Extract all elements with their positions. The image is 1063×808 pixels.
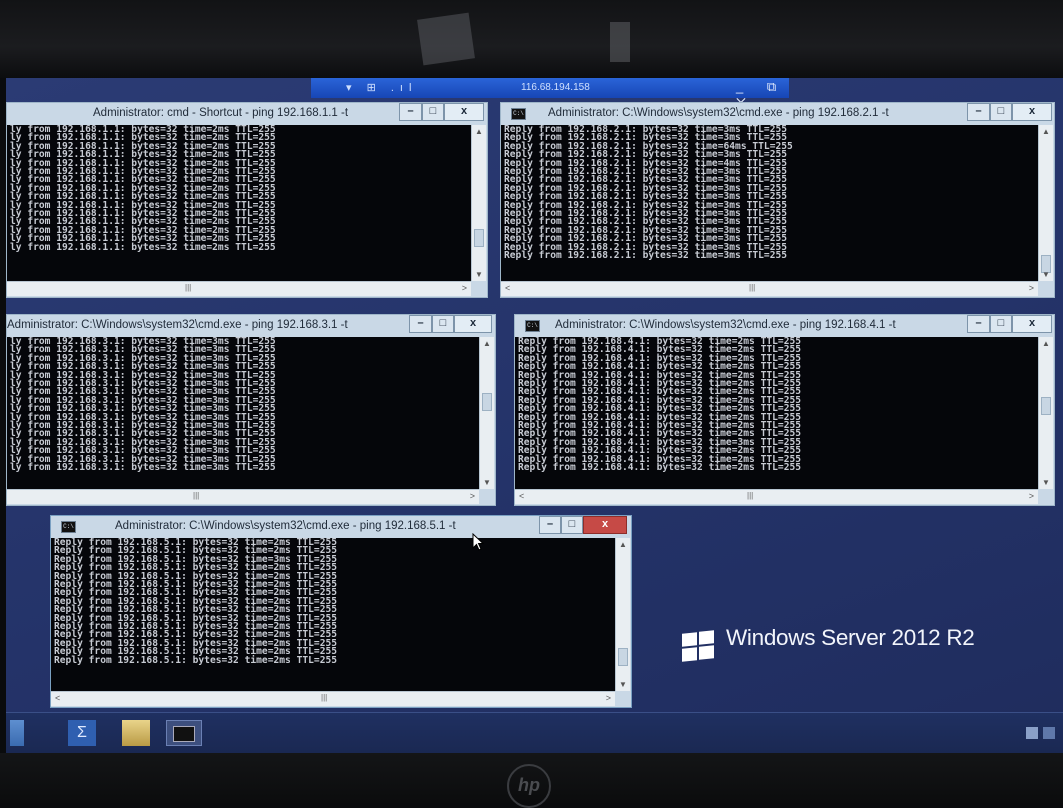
vertical-scrollbar[interactable]: ▲ ▼	[1038, 337, 1053, 489]
maximize-button[interactable]: □	[422, 103, 444, 121]
os-edition-label: Windows Server 2012 R2	[726, 625, 975, 650]
hp-logo: hp	[507, 764, 551, 808]
bezel-reflection	[610, 22, 630, 62]
horizontal-scrollbar[interactable]: < ||| >	[515, 489, 1038, 504]
command-prompt-icon[interactable]	[166, 720, 202, 746]
console-text: Reply from 192.168.4.1: bytes=32 time=2m…	[518, 337, 802, 474]
console-text: ly from 192.168.3.1: bytes=32 time=3ms T…	[10, 337, 276, 474]
scroll-grip-icon[interactable]: |||	[185, 283, 191, 292]
window-title: Administrator: C:\Windows\system32\cmd.e…	[555, 319, 896, 331]
maximize-button[interactable]: □	[432, 315, 454, 333]
scroll-left-arrow-icon[interactable]: <	[505, 283, 510, 293]
title-bar[interactable]: C:\ Administrator: C:\Windows\system32\c…	[51, 516, 631, 538]
cmd-window-ping-3[interactable]: Administrator: C:\Windows\system32\cmd.e…	[6, 314, 496, 506]
close-button[interactable]: x	[1012, 315, 1052, 333]
pin-icon[interactable]: ▾ ⊞ .ıl	[346, 81, 417, 94]
scroll-thumb[interactable]	[618, 648, 628, 666]
maximize-button[interactable]: □	[990, 103, 1012, 121]
rdp-host-label: 116.68.194.158	[521, 82, 590, 93]
window-title: Administrator: C:\Windows\system32\cmd.e…	[7, 319, 348, 331]
cmd-app-icon: C:\	[525, 320, 540, 332]
console-output[interactable]: ly from 192.168.1.1: bytes=32 time=2ms T…	[7, 125, 471, 281]
scroll-grip-icon[interactable]: |||	[749, 283, 755, 292]
scroll-down-arrow-icon[interactable]: ▼	[480, 478, 494, 487]
scroll-up-arrow-icon[interactable]: ▲	[1039, 127, 1053, 136]
close-button[interactable]: x	[444, 103, 484, 121]
title-bar[interactable]: Administrator: cmd - Shortcut - ping 192…	[7, 103, 487, 125]
title-bar[interactable]: Administrator: C:\Windows\system32\cmd.e…	[7, 315, 495, 337]
network-icon[interactable]	[1026, 727, 1038, 739]
console-output[interactable]: Reply from 192.168.5.1: bytes=32 time=2m…	[51, 538, 615, 691]
scroll-thumb[interactable]	[474, 229, 484, 247]
vertical-scrollbar[interactable]: ▲ ▼	[1038, 125, 1053, 281]
console-text: Reply from 192.168.5.1: bytes=32 time=2m…	[54, 538, 338, 666]
scroll-thumb[interactable]	[1041, 397, 1051, 415]
scroll-up-arrow-icon[interactable]: ▲	[480, 339, 494, 348]
scroll-right-arrow-icon[interactable]: >	[1029, 283, 1034, 293]
file-explorer-icon[interactable]	[122, 720, 150, 746]
scroll-up-arrow-icon[interactable]: ▲	[1039, 339, 1053, 348]
mouse-cursor-icon	[472, 533, 484, 551]
cmd-window-ping-1[interactable]: Administrator: cmd - Shortcut - ping 192…	[6, 102, 488, 298]
bezel-reflection	[417, 12, 475, 66]
cmd-window-ping-4[interactable]: C:\ Administrator: C:\Windows\system32\c…	[514, 314, 1055, 506]
scroll-right-arrow-icon[interactable]: >	[462, 283, 467, 293]
window-title: Administrator: C:\Windows\system32\cmd.e…	[548, 107, 889, 119]
scroll-left-arrow-icon[interactable]: <	[55, 693, 60, 703]
vertical-scrollbar[interactable]: ▲ ▼	[615, 538, 630, 691]
cmd-app-icon: C:\	[61, 521, 76, 533]
vertical-scrollbar[interactable]: ▲ ▼	[471, 125, 486, 281]
language-icon[interactable]	[1043, 727, 1055, 739]
horizontal-scrollbar[interactable]: ||| >	[7, 281, 471, 296]
close-button[interactable]: x	[583, 516, 627, 534]
console-output[interactable]: Reply from 192.168.4.1: bytes=32 time=2m…	[515, 337, 1038, 489]
server-manager-icon[interactable]	[10, 720, 24, 746]
window-title: Administrator: C:\Windows\system32\cmd.e…	[115, 520, 456, 532]
minimize-button[interactable]: –	[409, 315, 432, 333]
scroll-right-arrow-icon[interactable]: >	[1029, 491, 1034, 501]
maximize-button[interactable]: □	[990, 315, 1012, 333]
horizontal-scrollbar[interactable]: < ||| >	[501, 281, 1038, 296]
title-bar[interactable]: C:\ Administrator: C:\Windows\system32\c…	[501, 103, 1054, 125]
console-text: ly from 192.168.1.1: bytes=32 time=2ms T…	[10, 125, 276, 253]
scroll-right-arrow-icon[interactable]: >	[606, 693, 611, 703]
scroll-down-arrow-icon[interactable]: ▼	[1039, 270, 1053, 279]
windows-logo-icon	[682, 630, 716, 662]
scroll-down-arrow-icon[interactable]: ▼	[616, 680, 630, 689]
vertical-scrollbar[interactable]: ▲ ▼	[479, 337, 494, 489]
scroll-down-arrow-icon[interactable]: ▼	[1039, 478, 1053, 487]
maximize-button[interactable]: □	[561, 516, 583, 534]
console-output[interactable]: ly from 192.168.3.1: bytes=32 time=3ms T…	[7, 337, 479, 489]
close-button[interactable]: x	[454, 315, 492, 333]
window-title: Administrator: cmd - Shortcut - ping 192…	[93, 107, 349, 119]
remote-desktop-connection-bar[interactable]: ▾ ⊞ .ıl 116.68.194.158 _ ⧉ ✕	[311, 78, 789, 110]
horizontal-scrollbar[interactable]: ||| >	[7, 489, 479, 504]
minimize-button[interactable]: –	[539, 516, 561, 534]
taskbar: Σ	[6, 712, 1063, 753]
horizontal-scrollbar[interactable]: < ||| >	[51, 691, 615, 706]
title-bar[interactable]: C:\ Administrator: C:\Windows\system32\c…	[515, 315, 1054, 337]
cmd-window-ping-5[interactable]: C:\ Administrator: C:\Windows\system32\c…	[50, 515, 632, 708]
console-text: Reply from 192.168.2.1: bytes=32 time=3m…	[504, 125, 793, 262]
cmd-window-ping-2[interactable]: C:\ Administrator: C:\Windows\system32\c…	[500, 102, 1055, 298]
scroll-grip-icon[interactable]: |||	[193, 491, 199, 500]
console-output[interactable]: Reply from 192.168.2.1: bytes=32 time=3m…	[501, 125, 1038, 281]
minimize-button[interactable]: –	[967, 315, 990, 333]
minimize-button[interactable]: –	[399, 103, 422, 121]
scroll-grip-icon[interactable]: |||	[321, 693, 327, 702]
scroll-right-arrow-icon[interactable]: >	[470, 491, 475, 501]
scroll-up-arrow-icon[interactable]: ▲	[472, 127, 486, 136]
powershell-icon[interactable]: Σ	[68, 720, 96, 746]
desktop: ▾ ⊞ .ıl 116.68.194.158 _ ⧉ ✕ Administrat…	[6, 78, 1063, 753]
scroll-grip-icon[interactable]: |||	[747, 491, 753, 500]
scroll-down-arrow-icon[interactable]: ▼	[472, 270, 486, 279]
scroll-thumb[interactable]	[482, 393, 492, 411]
scroll-left-arrow-icon[interactable]: <	[519, 491, 524, 501]
cmd-app-icon: C:\	[511, 108, 526, 120]
minimize-button[interactable]: –	[967, 103, 990, 121]
monitor-top-bezel	[0, 0, 1063, 78]
close-button[interactable]: x	[1012, 103, 1052, 121]
scroll-up-arrow-icon[interactable]: ▲	[616, 540, 630, 549]
